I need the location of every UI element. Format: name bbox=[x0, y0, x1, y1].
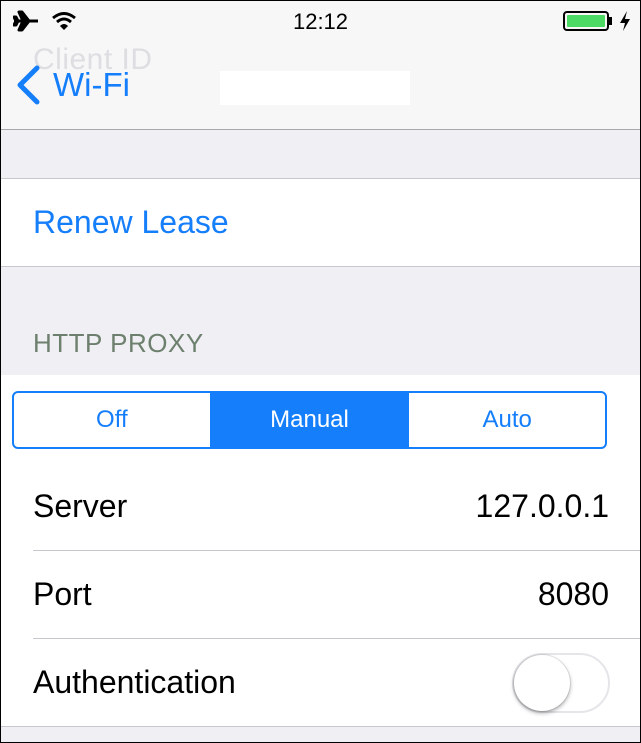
segment-auto[interactable]: Auto bbox=[407, 393, 605, 447]
port-label: Port bbox=[33, 576, 92, 612]
group-bottom-divider bbox=[1, 726, 640, 727]
settings-screen: 12:12 Client ID Wi-Fi Renew Lease HTTP P… bbox=[0, 0, 641, 743]
http-proxy-group: Off Manual Auto Server 127.0.0.1 Port 80… bbox=[1, 375, 640, 726]
authentication-label: Authentication bbox=[33, 664, 236, 700]
server-row[interactable]: Server 127.0.0.1 bbox=[1, 463, 640, 550]
section-header-http-proxy: HTTP PROXY bbox=[33, 328, 204, 358]
charging-bolt-icon bbox=[620, 11, 630, 31]
redacted-title bbox=[220, 71, 410, 105]
chevron-left-icon bbox=[17, 65, 40, 105]
server-value[interactable]: 127.0.0.1 bbox=[476, 488, 609, 525]
status-time: 12:12 bbox=[292, 9, 349, 34]
toggle-knob bbox=[514, 654, 570, 711]
back-label: Wi-Fi bbox=[53, 66, 130, 103]
authentication-row: Authentication bbox=[1, 639, 640, 726]
segment-off[interactable]: Off bbox=[14, 393, 210, 447]
port-row[interactable]: Port 8080 bbox=[1, 551, 640, 638]
server-label: Server bbox=[33, 488, 128, 524]
proxy-mode-segmented-control: Off Manual Auto bbox=[12, 391, 607, 449]
status-bar: 12:12 bbox=[1, 1, 640, 43]
battery-icon bbox=[563, 11, 612, 31]
port-value[interactable]: 8080 bbox=[538, 576, 609, 613]
segment-manual[interactable]: Manual bbox=[209, 393, 408, 447]
renew-lease-button[interactable]: Renew Lease bbox=[33, 204, 229, 241]
authentication-toggle[interactable] bbox=[512, 652, 610, 713]
back-button[interactable]: Wi-Fi bbox=[15, 63, 130, 107]
navigation-bar: 12:12 Client ID Wi-Fi bbox=[1, 1, 640, 130]
renew-lease-cell[interactable]: Renew Lease bbox=[1, 178, 640, 267]
